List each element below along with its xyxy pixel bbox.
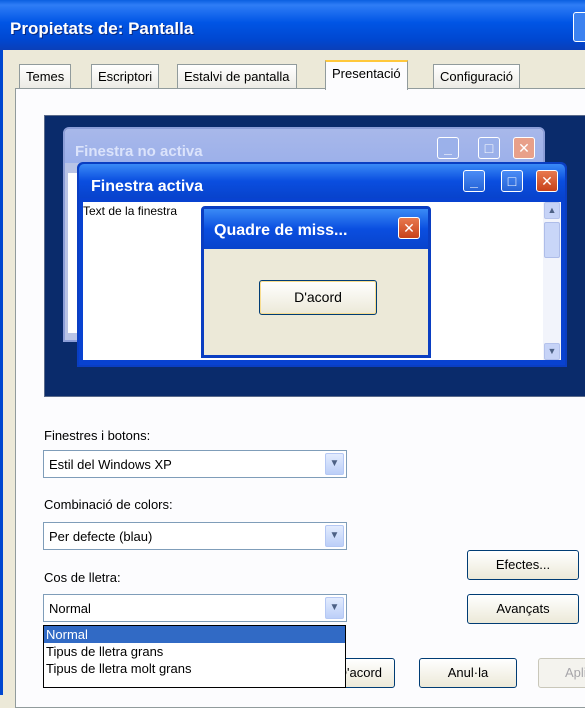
chevron-down-icon[interactable]: ▼ bbox=[325, 525, 344, 547]
inactive-title-bar: Finestra no activa _ □ ✕ bbox=[65, 129, 543, 163]
active-title-bar: Finestra activa _ □ ✕ bbox=[79, 164, 565, 198]
font-size-option-extra-large[interactable]: Tipus de lletra molt grans bbox=[44, 660, 345, 677]
tab-desktop[interactable]: Escriptori bbox=[91, 64, 160, 88]
apply-button[interactable]: Aplica bbox=[538, 658, 585, 688]
message-box-title: Quadre de miss... bbox=[214, 222, 348, 239]
color-scheme-value: Per defecte (blau) bbox=[49, 529, 153, 544]
preview-scrollbar: ▲ ▼ bbox=[543, 202, 561, 360]
maximize-icon: □ bbox=[478, 137, 500, 159]
minimize-icon: _ bbox=[463, 170, 485, 192]
active-window-title: Finestra activa bbox=[91, 178, 204, 195]
window-title: Propietats de: Pantalla bbox=[10, 19, 194, 38]
effects-button[interactable]: Efectes... bbox=[467, 550, 579, 580]
color-scheme-select[interactable]: Per defecte (blau) ▼ bbox=[43, 522, 347, 550]
font-size-option-normal[interactable]: Normal bbox=[44, 626, 345, 643]
scroll-down-icon: ▼ bbox=[544, 343, 560, 360]
tab-appearance[interactable]: Presentació bbox=[325, 60, 408, 90]
cancel-button[interactable]: Anul·la bbox=[419, 658, 517, 688]
close-icon: ✕ bbox=[513, 137, 535, 159]
scroll-thumb bbox=[544, 222, 560, 258]
message-box-ok-button: D'acord bbox=[259, 280, 377, 315]
windows-buttons-select[interactable]: Estil del Windows XP ▼ bbox=[43, 450, 347, 478]
font-size-label: Cos de lletra: bbox=[44, 570, 121, 585]
color-scheme-label: Combinació de colors: bbox=[44, 497, 173, 512]
chevron-down-icon[interactable]: ▼ bbox=[325, 453, 344, 475]
maximize-icon: □ bbox=[501, 170, 523, 192]
preview-message-box: Quadre de miss... ✕ D'acord bbox=[201, 206, 431, 358]
tab-settings[interactable]: Configuració bbox=[433, 64, 520, 88]
minimize-icon: _ bbox=[437, 137, 459, 159]
tab-screensaver[interactable]: Estalvi de pantalla bbox=[177, 64, 297, 88]
font-size-value: Normal bbox=[49, 601, 91, 616]
font-size-dropdown-list[interactable]: Normal Tipus de lletra grans Tipus de ll… bbox=[43, 625, 346, 688]
title-bar[interactable]: Propietats de: Pantalla bbox=[0, 0, 585, 50]
font-size-select[interactable]: Normal ▼ bbox=[43, 594, 347, 622]
message-box-title-bar: Quadre de miss... ✕ bbox=[204, 209, 428, 249]
close-icon: ✕ bbox=[398, 217, 420, 239]
windows-buttons-value: Estil del Windows XP bbox=[49, 457, 172, 472]
inactive-window-title: Finestra no activa bbox=[75, 143, 203, 160]
window-text: Text de la finestra bbox=[83, 204, 178, 218]
help-button[interactable] bbox=[573, 12, 585, 42]
font-size-option-large[interactable]: Tipus de lletra grans bbox=[44, 643, 345, 660]
advanced-button[interactable]: Avançats bbox=[467, 594, 579, 624]
chevron-down-icon[interactable]: ▼ bbox=[325, 597, 344, 619]
tab-themes[interactable]: Temes bbox=[19, 64, 72, 88]
scroll-up-icon: ▲ bbox=[544, 202, 560, 219]
windows-buttons-label: Finestres i botons: bbox=[44, 428, 151, 443]
close-icon: ✕ bbox=[536, 170, 558, 192]
